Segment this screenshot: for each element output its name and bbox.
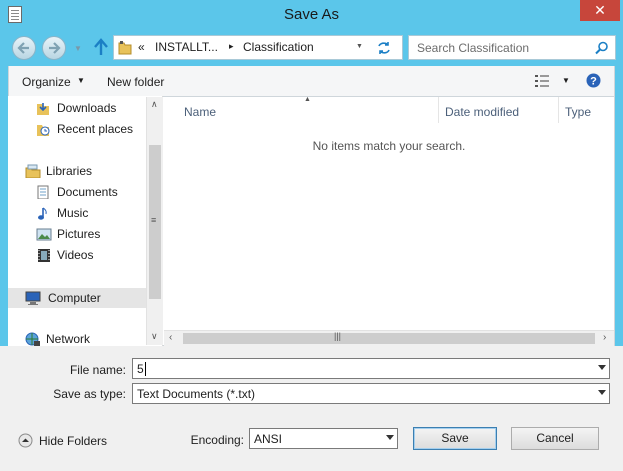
- column-header-name[interactable]: Name: [184, 101, 216, 123]
- save-as-type-label: Save as type:: [53, 387, 126, 401]
- hide-folders-label: Hide Folders: [39, 434, 108, 448]
- navigation-scrollbar[interactable]: ∧ ≡ ∨: [146, 97, 163, 345]
- nav-label: Recent places: [57, 122, 134, 136]
- close-button[interactable]: ✕: [580, 0, 620, 21]
- save-as-type-dropdown-icon[interactable]: [598, 390, 606, 395]
- recent-locations-dropdown[interactable]: ▼: [74, 44, 82, 53]
- hscroll-grip-icon: |||: [334, 331, 342, 341]
- network-icon: [25, 332, 40, 346]
- organize-dropdown-icon[interactable]: ▼: [77, 76, 85, 85]
- documents-icon: [37, 185, 49, 199]
- new-folder-button[interactable]: New folder: [107, 75, 164, 89]
- forward-button[interactable]: [42, 36, 66, 60]
- back-button[interactable]: [12, 36, 36, 60]
- recent-places-icon: [37, 125, 50, 136]
- libraries-icon: [25, 164, 41, 178]
- nav-label: Downloads: [57, 101, 117, 115]
- encoding-select[interactable]: ANSI: [249, 428, 398, 449]
- column-header-type[interactable]: Type: [565, 101, 591, 123]
- help-icon[interactable]: ?: [586, 73, 601, 88]
- scroll-right-icon[interactable]: ›: [603, 332, 606, 343]
- nav-label: Computer: [48, 291, 101, 305]
- horizontal-scrollbar[interactable]: ‹ ||| ›: [164, 330, 614, 346]
- back-arrow-icon: [17, 42, 29, 54]
- pictures-icon: [36, 228, 52, 241]
- encoding-dropdown-icon[interactable]: [386, 435, 394, 440]
- encoding-label: Encoding:: [190, 433, 244, 447]
- svg-text:?: ?: [590, 76, 597, 88]
- refresh-icon[interactable]: [376, 41, 392, 55]
- save-options-panel: File name: 5 Save as type: Text Document…: [0, 346, 623, 471]
- sort-indicator-icon: ▲: [304, 96, 311, 103]
- computer-icon: [25, 291, 41, 305]
- forward-arrow-icon: [49, 42, 61, 54]
- search-icon[interactable]: [595, 41, 609, 55]
- breadcrumb-classification[interactable]: Classification: [243, 40, 314, 54]
- file-name-value[interactable]: 5: [137, 362, 144, 376]
- command-toolbar: Organize ▼ New folder ▼ ?: [8, 66, 615, 96]
- scroll-grip-icon: ≡: [151, 215, 157, 225]
- file-name-label: File name:: [69, 363, 126, 377]
- nav-item-computer[interactable]: Computer: [8, 288, 146, 308]
- text-cursor: [145, 362, 146, 376]
- encoding-value: ANSI: [254, 432, 283, 446]
- address-bar[interactable]: « INSTALLT... ▸ Classification ▼: [113, 35, 403, 60]
- nav-label: Music: [57, 206, 89, 220]
- collapse-up-icon: [18, 433, 33, 448]
- downloads-folder-icon: [37, 103, 49, 115]
- scroll-left-icon[interactable]: ‹: [169, 332, 172, 343]
- hscroll-thumb[interactable]: [183, 333, 595, 344]
- save-as-type-select[interactable]: Text Documents (*.txt): [132, 383, 610, 404]
- address-dropdown-icon[interactable]: ▼: [356, 43, 363, 50]
- scroll-up-icon[interactable]: ∧: [151, 99, 158, 110]
- view-dropdown-icon[interactable]: ▼: [562, 76, 570, 85]
- nav-label: Videos: [57, 248, 94, 262]
- search-box[interactable]: [408, 35, 616, 60]
- videos-icon: [38, 249, 50, 262]
- breadcrumb-separator[interactable]: ▸: [229, 41, 234, 52]
- breadcrumb-installt[interactable]: INSTALLT...: [155, 40, 218, 54]
- empty-message: No items match your search.: [312, 139, 466, 153]
- cancel-button[interactable]: Cancel: [511, 427, 599, 450]
- save-button[interactable]: Save: [413, 427, 497, 450]
- overflow-chevron[interactable]: «: [138, 40, 145, 54]
- nav-label: Pictures: [57, 227, 101, 241]
- view-options-icon[interactable]: [535, 75, 550, 87]
- file-name-dropdown-icon[interactable]: [598, 365, 606, 370]
- organize-button[interactable]: Organize: [22, 75, 71, 89]
- column-header-date-modified[interactable]: Date modified: [445, 101, 519, 123]
- search-input[interactable]: [417, 40, 597, 56]
- window-title: Save As: [283, 6, 340, 23]
- file-name-combobox[interactable]: 5: [132, 358, 610, 379]
- up-arrow-icon: [94, 38, 108, 55]
- navigation-pane: Downloads Recent places Libraries Docume…: [8, 96, 163, 346]
- file-list[interactable]: ▲ Name Date modified Type No items match…: [164, 96, 614, 330]
- save-as-type-value: Text Documents (*.txt): [137, 387, 256, 401]
- music-icon: [38, 207, 47, 220]
- up-button[interactable]: [92, 37, 110, 57]
- nav-label: Documents: [57, 185, 118, 199]
- scroll-down-icon[interactable]: ∨: [151, 331, 158, 342]
- nav-label: Libraries: [46, 164, 93, 178]
- hide-folders-button[interactable]: Hide Folders: [18, 432, 108, 450]
- folder-icon: [118, 41, 132, 55]
